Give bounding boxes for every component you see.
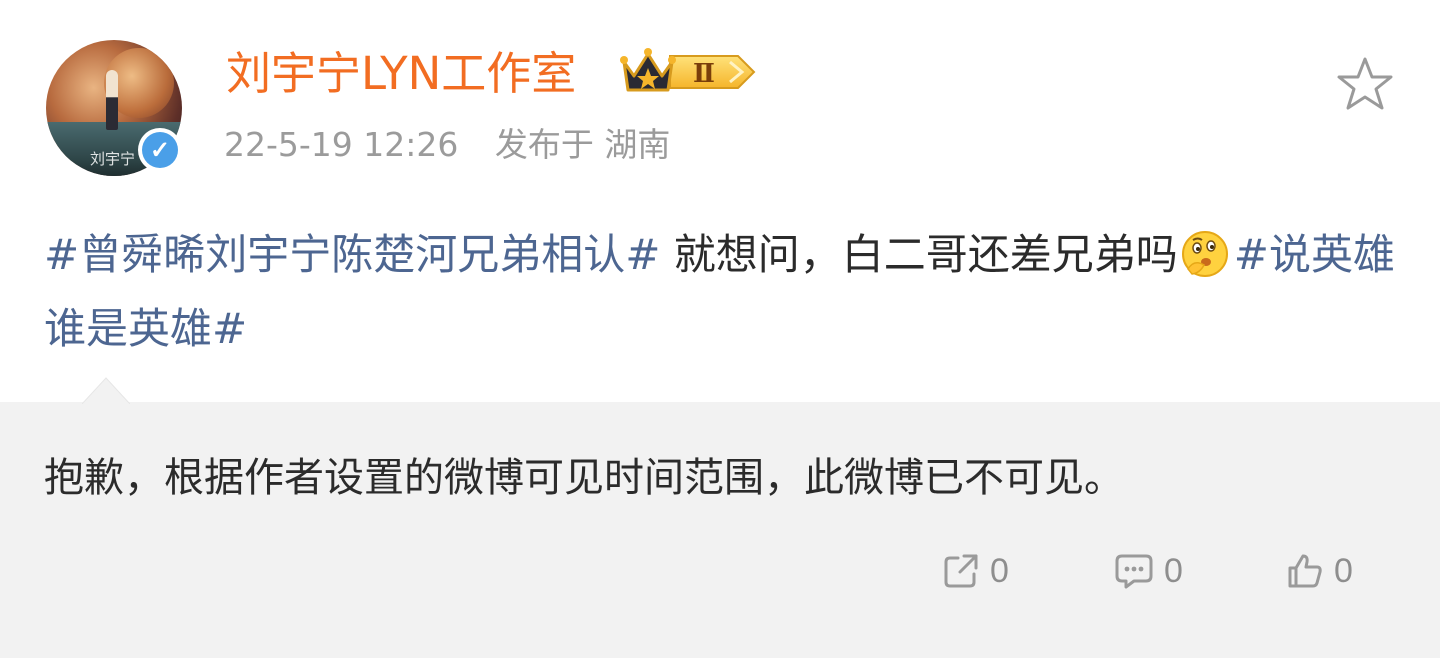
post-meta: 22-5-19 12:26 发布于 湖南 bbox=[224, 122, 670, 168]
thinking-face-icon bbox=[1181, 231, 1228, 277]
verified-icon: ✓ bbox=[138, 128, 182, 172]
crown-level-badge-icon[interactable]: Ⅱ bbox=[620, 46, 756, 98]
comment-button[interactable]: 0 bbox=[1114, 546, 1183, 596]
favorite-star-icon[interactable] bbox=[1336, 56, 1394, 112]
like-count: 0 bbox=[1334, 551, 1353, 590]
like-button[interactable]: 0 bbox=[1286, 546, 1353, 596]
hidden-post-notice: 抱歉，根据作者设置的微博可见时间范围，此微博已不可见。 0 0 0 bbox=[0, 377, 1440, 658]
vip-level-text: Ⅱ bbox=[693, 59, 715, 89]
avatar-figure-decoration bbox=[106, 70, 118, 130]
forward-button[interactable]: 0 bbox=[942, 546, 1009, 596]
forward-icon bbox=[944, 554, 978, 588]
comment-icon bbox=[1115, 554, 1153, 589]
avatar-caption: 刘宇宁 bbox=[90, 150, 136, 168]
post-body-text: 就想问，白二哥还差兄弟吗 bbox=[660, 230, 1178, 279]
thumbs-up-icon bbox=[1288, 554, 1322, 588]
post-content: #曾舜晞刘宇宁陈楚河兄弟相认# 就想问，白二哥还差兄弟吗 #说英雄谁是英雄# bbox=[44, 218, 1404, 366]
notice-message: 抱歉，根据作者设置的微博可见时间范围，此微博已不可见。 bbox=[44, 455, 1124, 501]
comment-count: 0 bbox=[1164, 551, 1183, 590]
topic-link[interactable]: #曾舜晞刘宇宁陈楚河兄弟相认# bbox=[44, 230, 660, 279]
author-name[interactable]: 刘宇宁LYN工作室 bbox=[226, 46, 576, 102]
notice-pointer-arrow bbox=[82, 377, 130, 404]
post-timestamp: 22-5-19 12:26 bbox=[224, 125, 459, 164]
post-location: 发布于 湖南 bbox=[494, 125, 671, 164]
action-bar: 0 0 0 bbox=[0, 546, 1440, 596]
forward-count: 0 bbox=[990, 551, 1009, 590]
